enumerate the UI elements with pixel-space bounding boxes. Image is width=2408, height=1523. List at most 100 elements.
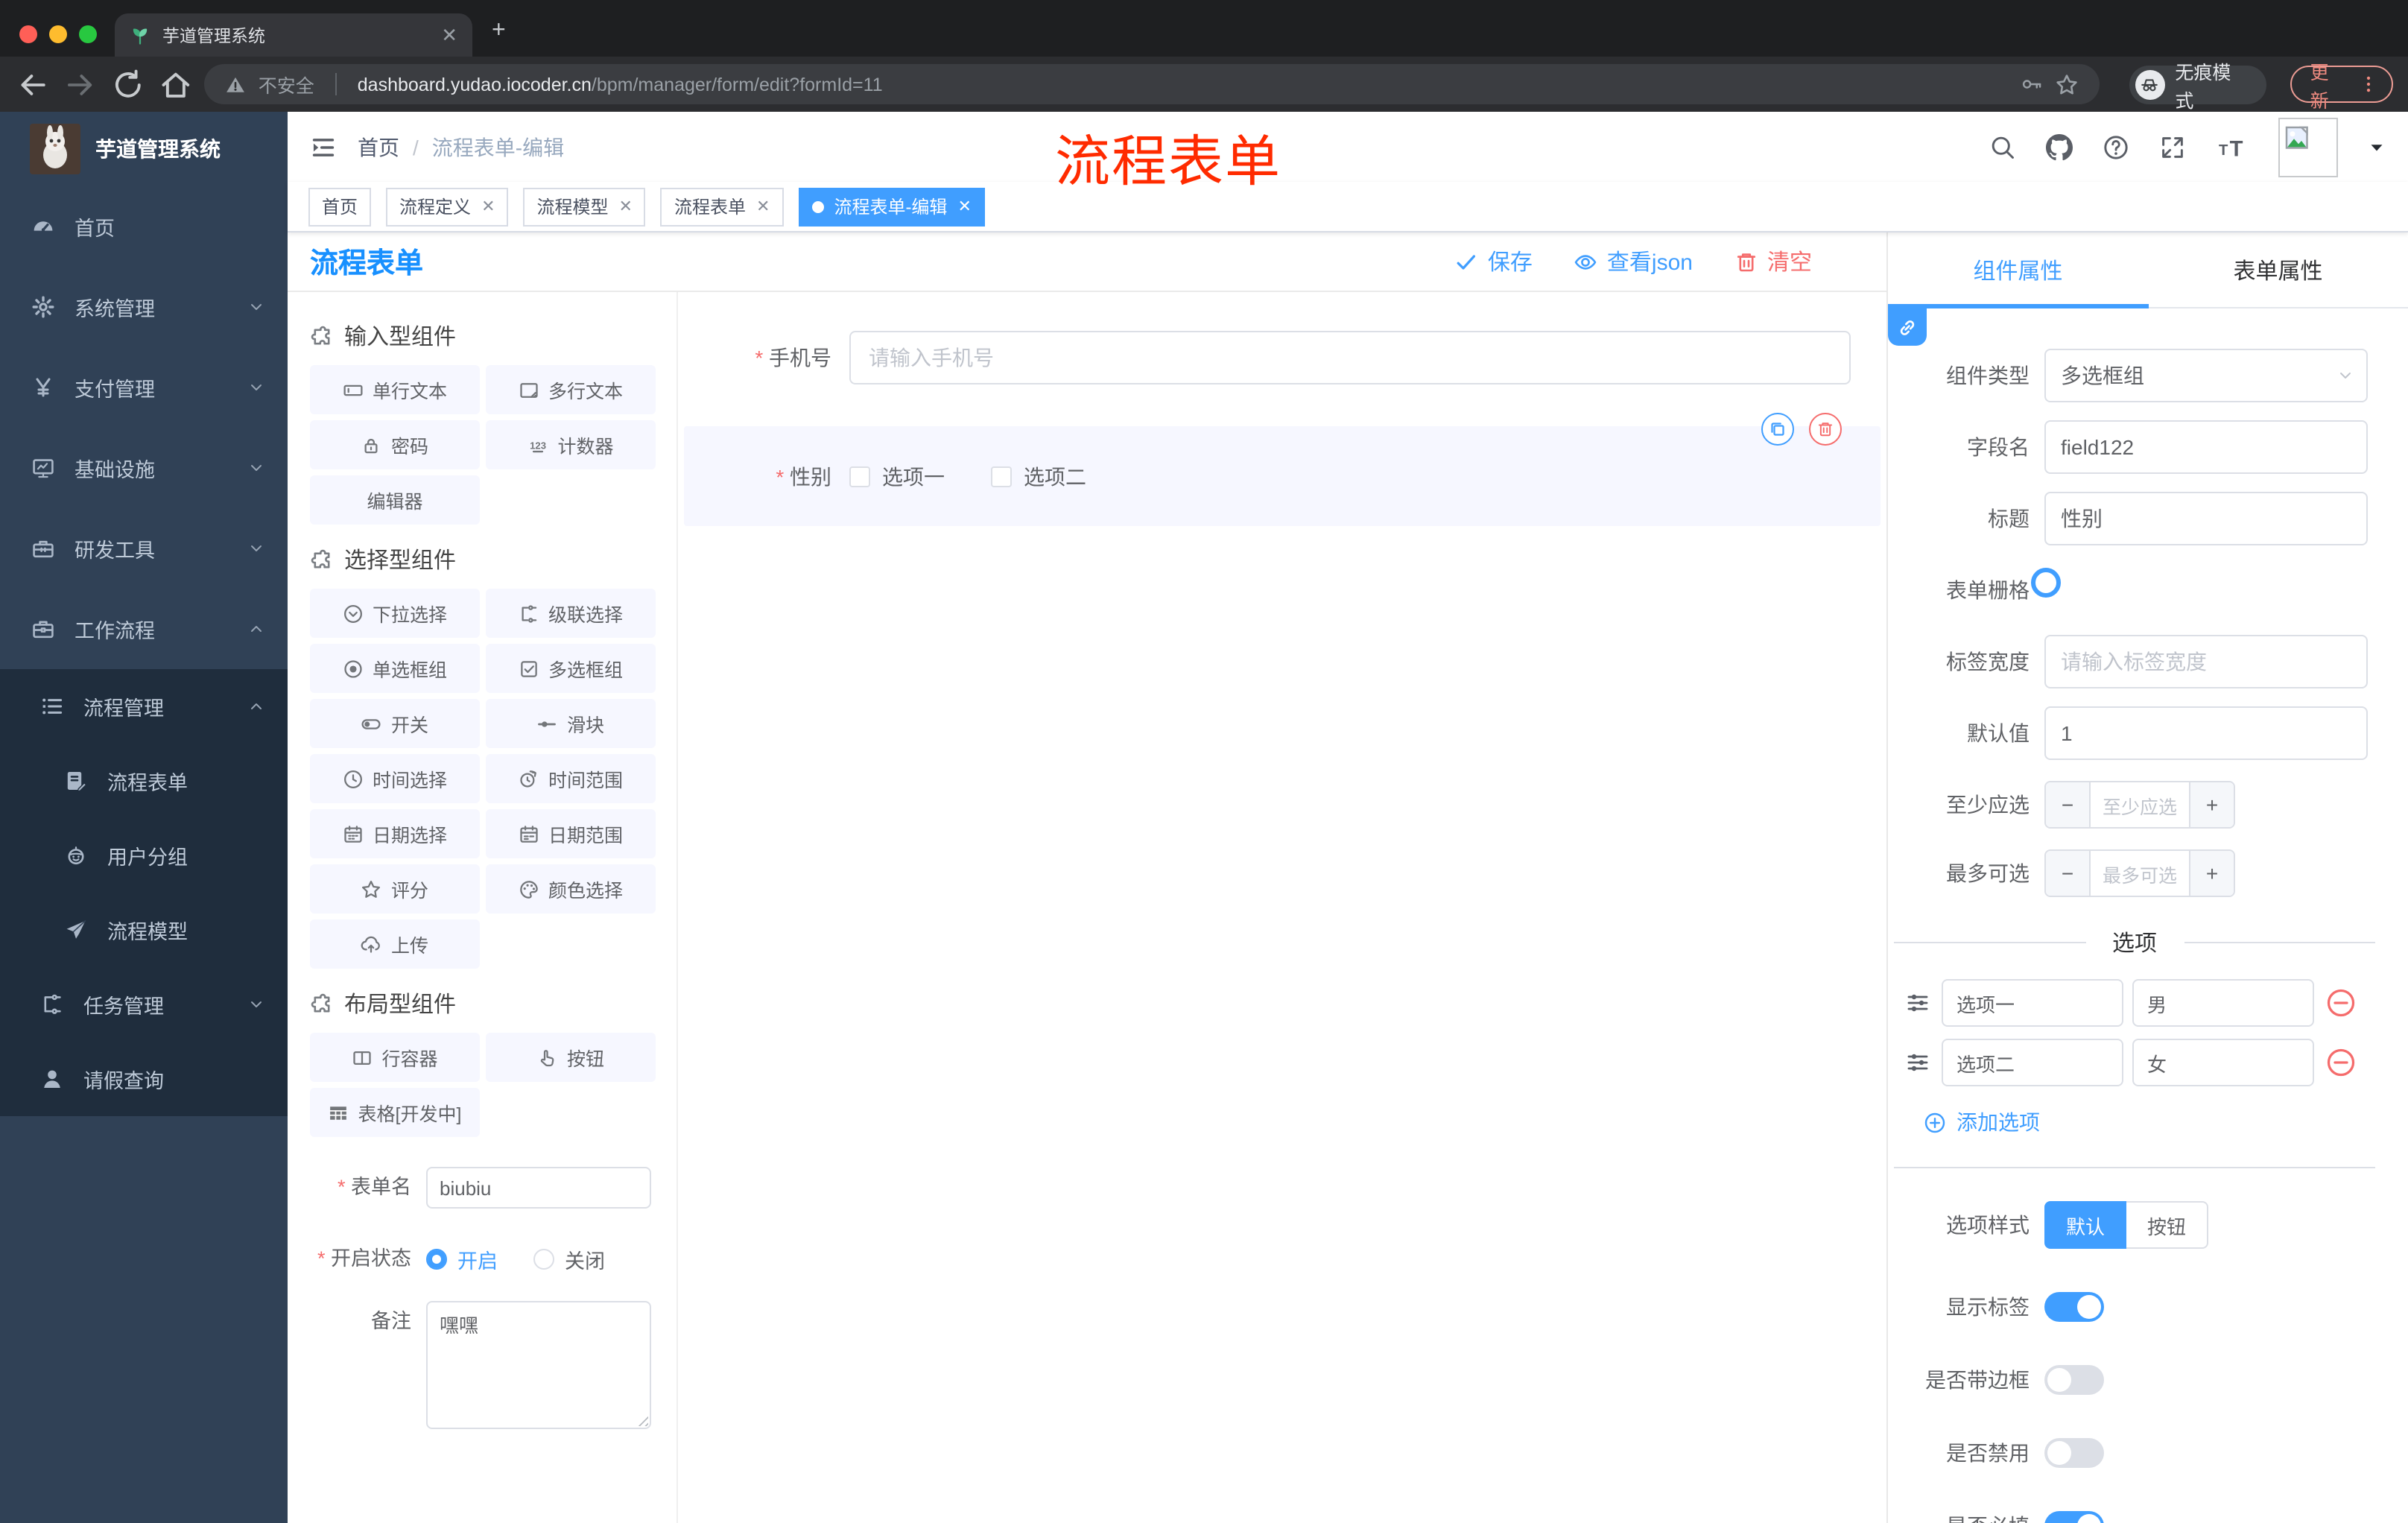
form-name-input[interactable] [426, 1167, 651, 1209]
canvas-field-phone[interactable]: 手机号 [678, 331, 1886, 384]
field-name-input[interactable] [2044, 420, 2368, 474]
github-icon[interactable] [2046, 133, 2073, 160]
window-controls[interactable] [19, 25, 97, 43]
palette-item-单选框组[interactable]: 单选框组 [310, 644, 480, 693]
sidebar-item-系统管理[interactable]: 系统管理 [0, 267, 288, 347]
option-style-按钮[interactable]: 按钮 [2126, 1201, 2208, 1249]
toggle-switch[interactable] [2044, 1511, 2104, 1523]
tag-close-icon[interactable]: ✕ [957, 197, 971, 216]
palette-item-行容器[interactable]: 行容器 [310, 1033, 480, 1082]
option-label-input[interactable] [1942, 979, 2123, 1027]
font-size-icon[interactable]: TT [2216, 133, 2249, 160]
palette-item-密码[interactable]: 密码 [310, 420, 480, 469]
title-input[interactable] [2044, 492, 2368, 545]
decrement-button[interactable]: − [2046, 782, 2091, 827]
tag-close-icon[interactable]: ✕ [481, 197, 495, 216]
tag-close-icon[interactable]: ✕ [756, 197, 770, 216]
delete-field-button[interactable] [1809, 413, 1842, 446]
increment-button[interactable]: + [2189, 851, 2234, 896]
sidebar-item-工作流程[interactable]: 工作流程 [0, 589, 288, 669]
key-icon[interactable] [2021, 73, 2043, 95]
canvas-field-gender-selected[interactable]: 性别 选项一 选项二 [684, 413, 1881, 526]
checkbox-unchecked-icon[interactable] [991, 466, 1012, 487]
update-browser-button[interactable]: 更新 [2290, 62, 2394, 111]
caret-down-icon[interactable] [2368, 138, 2386, 156]
url-bar[interactable]: 不安全 dashboard.yudao.iocoder.cn/bpm/manag… [204, 64, 2100, 104]
palette-item-上传[interactable]: 上传 [310, 919, 480, 969]
toggle-switch[interactable] [2044, 1292, 2104, 1322]
tag-流程表单-编辑[interactable]: 流程表单-编辑 ✕ [798, 187, 985, 226]
decrement-button[interactable]: − [2046, 851, 2091, 896]
label-width-input[interactable] [2044, 635, 2368, 688]
palette-item-下拉选择[interactable]: 下拉选择 [310, 589, 480, 638]
sidebar-item-支付管理[interactable]: 支付管理 [0, 347, 288, 428]
palette-item-颜色选择[interactable]: 颜色选择 [486, 864, 656, 914]
back-icon[interactable] [15, 66, 51, 102]
palette-item-级联选择[interactable]: 级联选择 [486, 589, 656, 638]
slider-handle[interactable] [2031, 568, 2061, 598]
increment-button[interactable]: + [2189, 782, 2234, 827]
palette-item-时间范围[interactable]: 时间范围 [486, 754, 656, 803]
collapse-panel-handle[interactable] [1888, 308, 1927, 346]
max-select-value[interactable]: 最多可选 [2091, 851, 2189, 896]
palette-item-单行文本[interactable]: 单行文本 [310, 365, 480, 414]
option-value-input[interactable] [2132, 1039, 2314, 1086]
kebab-menu-icon[interactable] [2359, 75, 2378, 94]
search-icon[interactable] [1989, 133, 2016, 160]
tag-流程模型[interactable]: 流程模型 ✕ [523, 187, 646, 226]
duplicate-field-button[interactable] [1761, 413, 1794, 446]
palette-item-日期选择[interactable]: 日期选择 [310, 809, 480, 858]
clear-button[interactable]: 清空 [1734, 246, 1812, 277]
palette-item-计数器[interactable]: 123 计数器 [486, 420, 656, 469]
sidebar-item-请假查询[interactable]: 请假查询 [0, 1042, 288, 1116]
option-value-input[interactable] [2132, 979, 2314, 1027]
avatar[interactable] [2278, 117, 2338, 177]
checkbox-unchecked-icon[interactable] [849, 466, 870, 487]
default-value-input[interactable] [2044, 706, 2368, 760]
option-label-input[interactable] [1942, 1039, 2123, 1086]
sidebar-item-研发工具[interactable]: 研发工具 [0, 508, 288, 589]
remove-option-icon[interactable] [2326, 988, 2356, 1018]
tag-流程表单[interactable]: 流程表单 ✕ [660, 187, 784, 226]
new-tab-button[interactable]: + [492, 19, 506, 43]
tag-流程定义[interactable]: 流程定义 ✕ [386, 187, 509, 226]
palette-item-开关[interactable]: 开关 [310, 699, 480, 748]
sidebar-logo[interactable]: 芋道管理系统 [0, 112, 288, 186]
add-option-button[interactable]: 添加选项 [1924, 1107, 2381, 1137]
sidebar-item-流程管理[interactable]: 流程管理 [0, 669, 288, 744]
bookmark-star-icon[interactable] [2055, 72, 2079, 96]
component-type-select[interactable] [2044, 349, 2368, 402]
view-json-button[interactable]: 查看json [1574, 246, 1693, 277]
sidebar-item-用户分组[interactable]: 用户分组 [0, 818, 288, 893]
sidebar-item-任务管理[interactable]: 任务管理 [0, 967, 288, 1042]
hamburger-icon[interactable] [310, 133, 337, 160]
save-button[interactable]: 保存 [1455, 246, 1533, 277]
sidebar-item-基础设施[interactable]: 基础设施 [0, 428, 288, 508]
option-style-默认[interactable]: 默认 [2044, 1201, 2126, 1249]
palette-item-按钮[interactable]: 按钮 [486, 1033, 656, 1082]
tag-首页[interactable]: 首页 [308, 187, 372, 226]
palette-item-日期范围[interactable]: 日期范围 [486, 809, 656, 858]
breadcrumb-home[interactable]: 首页 [358, 132, 399, 162]
tab-component-props[interactable]: 组件属性 [1888, 232, 2148, 308]
palette-item-编辑器[interactable]: 编辑器 [310, 475, 480, 525]
palette-item-滑块[interactable]: 滑块 [486, 699, 656, 748]
forward-icon[interactable] [63, 66, 98, 102]
browser-tab[interactable]: 芋道管理系统 ✕ [115, 13, 472, 57]
min-select-value[interactable]: 至少应选 [2091, 782, 2189, 827]
palette-item-多选框组[interactable]: 多选框组 [486, 644, 656, 693]
toggle-switch[interactable] [2044, 1438, 2104, 1468]
sidebar-item-流程模型[interactable]: 流程模型 [0, 893, 288, 967]
palette-item-时间选择[interactable]: 时间选择 [310, 754, 480, 803]
toggle-switch[interactable] [2044, 1365, 2104, 1395]
drag-handle-icon[interactable] [1906, 1051, 1930, 1074]
home-icon[interactable] [157, 66, 193, 102]
help-icon[interactable] [2103, 133, 2129, 160]
palette-item-多行文本[interactable]: 多行文本 [486, 365, 656, 414]
status-radio-off[interactable]: 关闭 [533, 1244, 605, 1274]
tab-close-icon[interactable]: ✕ [441, 23, 457, 47]
minimize-window-button[interactable] [49, 25, 67, 43]
gender-option-选项一[interactable]: 选项一 [849, 461, 945, 491]
sidebar-item-首页[interactable]: 首页 [0, 186, 288, 267]
drag-handle-icon[interactable] [1906, 991, 1930, 1015]
